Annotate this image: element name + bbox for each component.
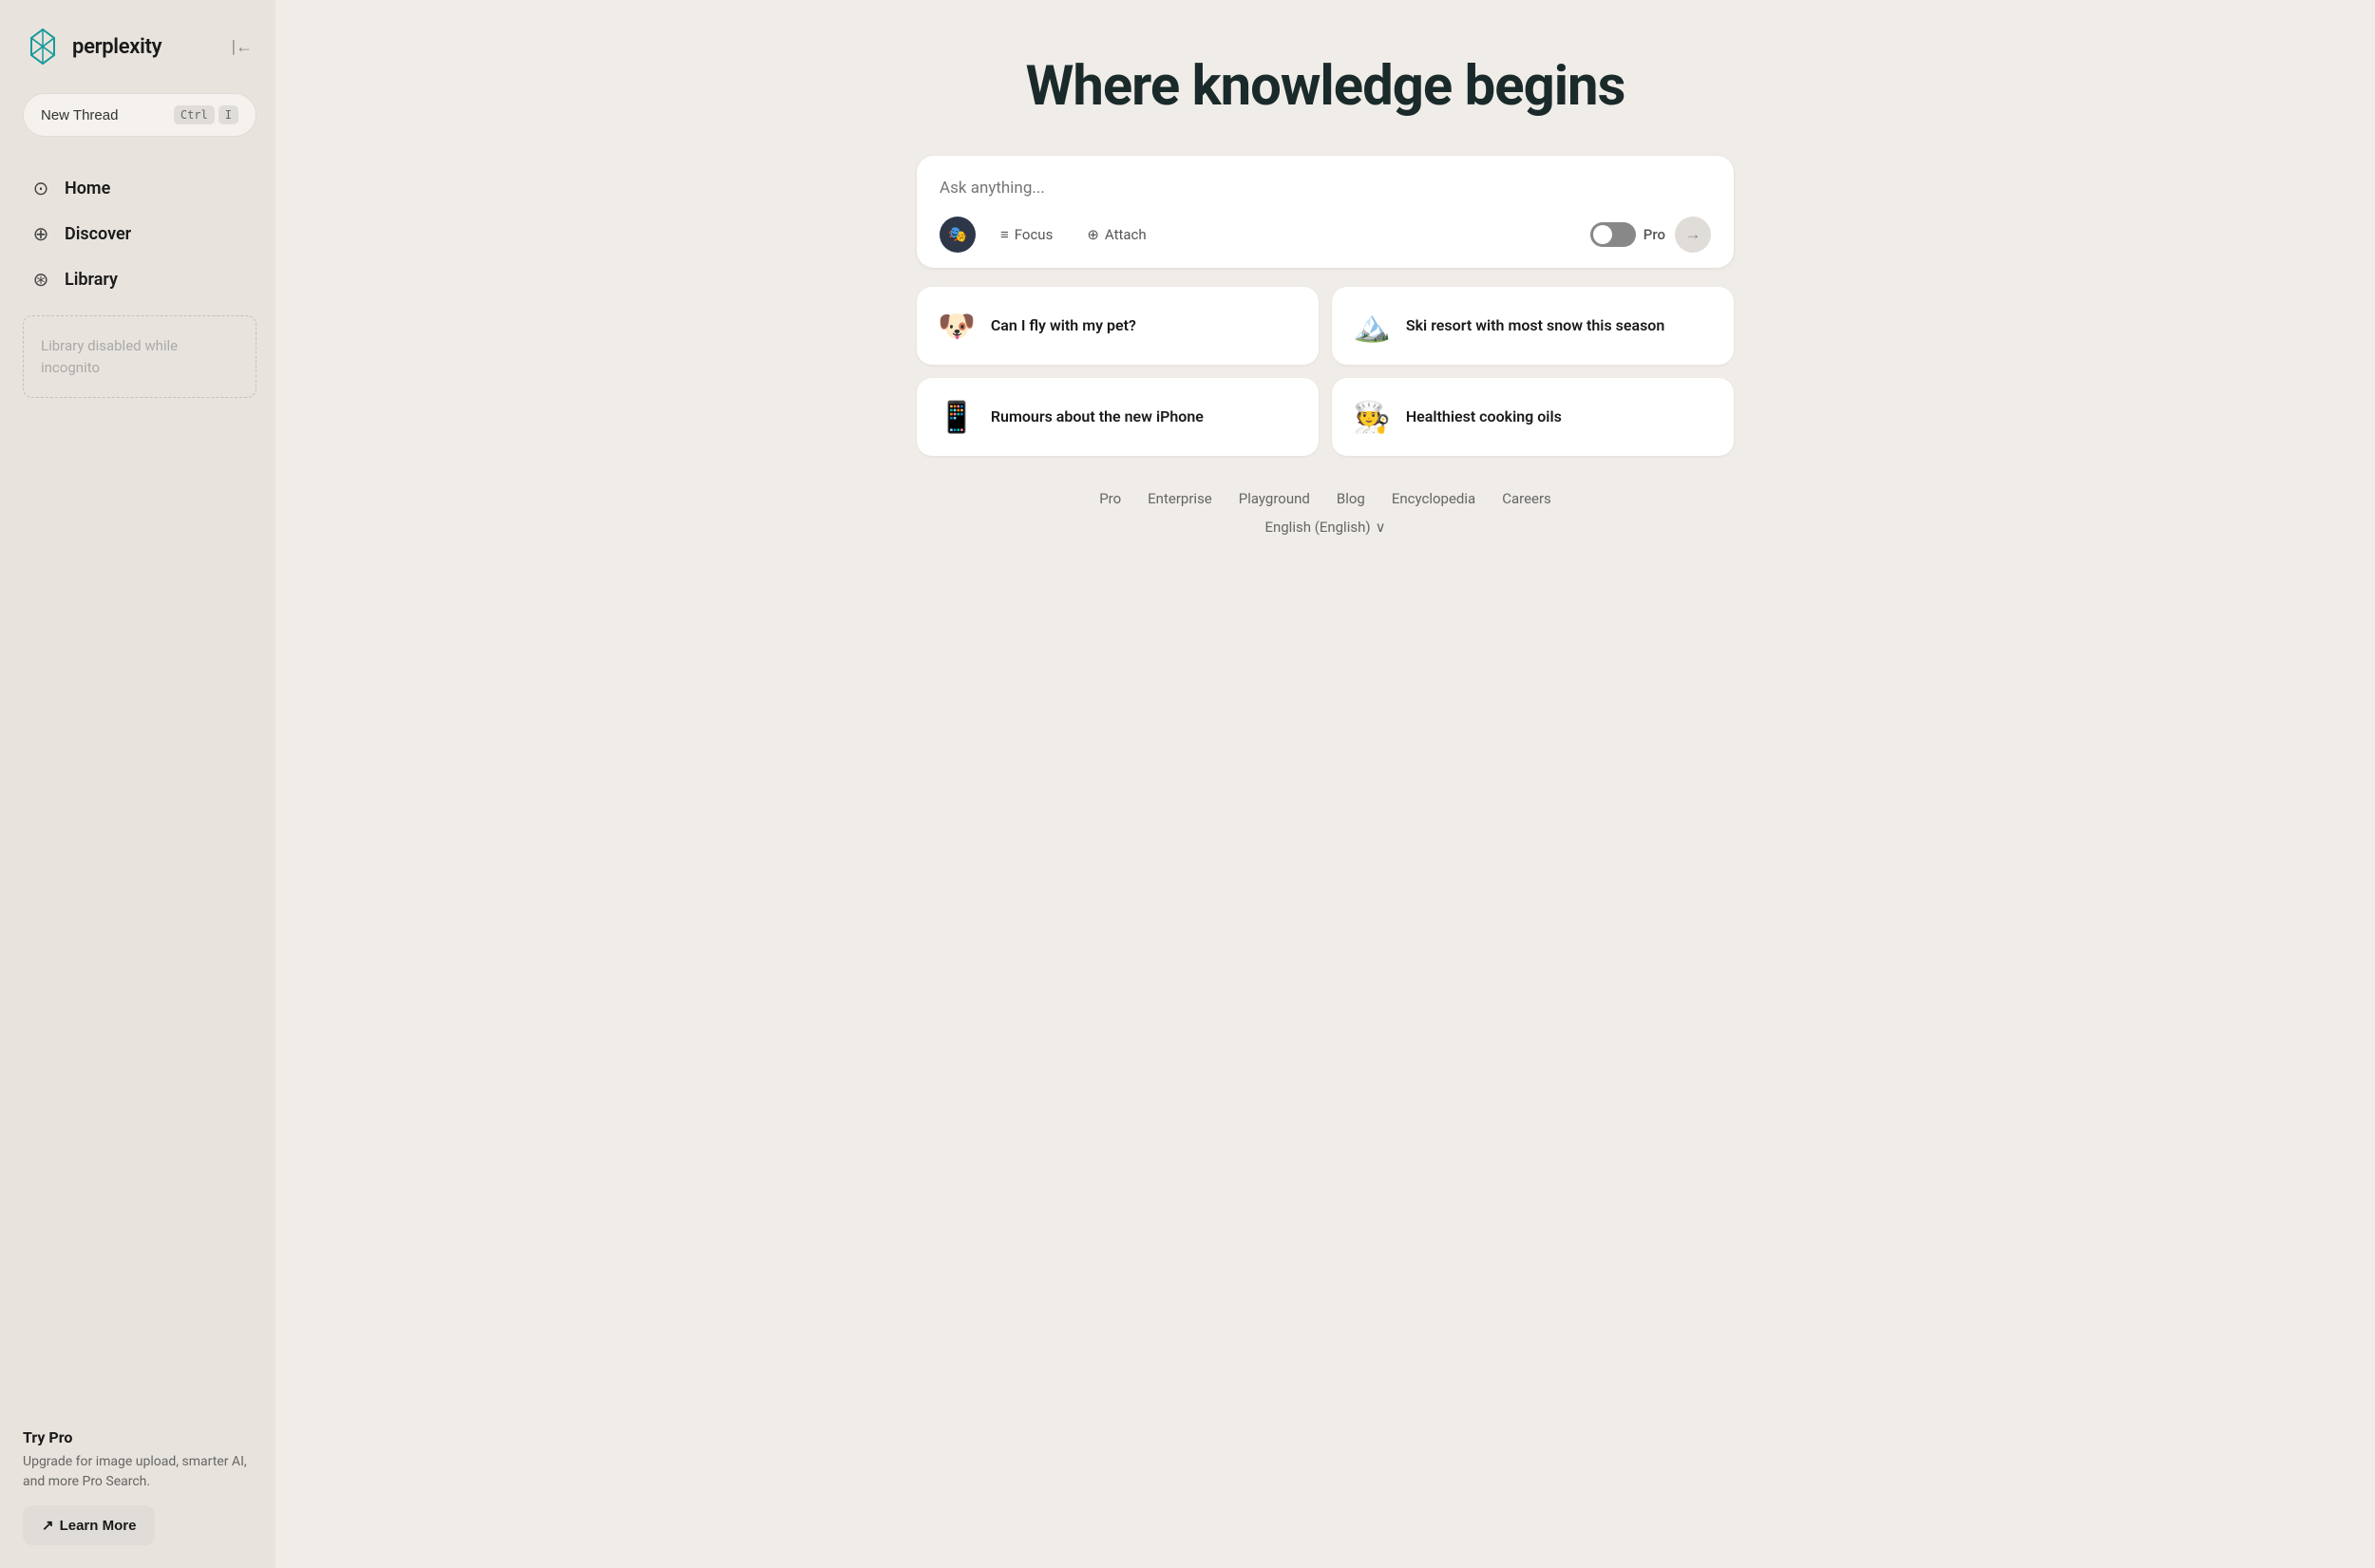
discover-icon: ⊕ [30, 222, 51, 245]
footer-link-blog[interactable]: Blog [1337, 490, 1365, 507]
new-thread-label: New Thread [41, 107, 118, 123]
library-disabled-text: Library disabled while incognito [41, 337, 178, 376]
pet-card-text: Can I fly with my pet? [991, 315, 1136, 336]
home-icon: ⊙ [30, 177, 51, 199]
pet-emoji: 🐶 [938, 308, 976, 344]
sidebar: perplexity |← New Thread Ctrl I ⊙ Home ⊕… [0, 0, 276, 1568]
learn-more-arrow-icon: ↗ [42, 1517, 54, 1534]
focus-label: Focus [1015, 226, 1054, 243]
attach-icon: ⊕ [1087, 226, 1099, 243]
suggestion-card-iphone[interactable]: 📱 Rumours about the new iPhone [917, 378, 1319, 456]
language-selector[interactable]: English (English) ∨ [1264, 519, 1385, 536]
iphone-emoji: 📱 [938, 399, 976, 435]
footer-link-pro[interactable]: Pro [1099, 490, 1121, 507]
logo-icon [23, 27, 63, 66]
sidebar-item-discover[interactable]: ⊕ Discover [23, 213, 256, 255]
new-thread-button[interactable]: New Thread Ctrl I [23, 93, 256, 137]
sidebar-item-home-label: Home [65, 179, 110, 198]
attach-label: Attach [1105, 226, 1147, 243]
search-input[interactable] [940, 179, 1711, 198]
search-toolbar-right: Pro → [1590, 217, 1711, 253]
chevron-down-icon: ∨ [1376, 519, 1386, 536]
library-icon: ⊛ [30, 268, 51, 291]
pro-toggle-switch[interactable] [1590, 222, 1636, 247]
toggle-knob [1593, 225, 1612, 244]
sidebar-item-discover-label: Discover [65, 224, 131, 244]
try-pro-title: Try Pro [23, 1428, 256, 1446]
focus-button[interactable]: ≡ Focus [991, 220, 1062, 249]
avatar-icon: 🎭 [948, 225, 967, 243]
ski-card-text: Ski resort with most snow this season [1406, 315, 1664, 336]
submit-arrow-icon: → [1685, 225, 1701, 244]
sidebar-header: perplexity |← [23, 27, 256, 66]
oils-emoji: 🧑‍🍳 [1353, 399, 1391, 435]
pro-toggle-label: Pro [1644, 226, 1665, 243]
suggestion-card-ski[interactable]: 🏔️ Ski resort with most snow this season [1332, 287, 1734, 365]
suggestion-card-oils[interactable]: 🧑‍🍳 Healthiest cooking oils [1332, 378, 1734, 456]
ski-emoji: 🏔️ [1353, 308, 1391, 344]
page-headline: Where knowledge begins [1026, 57, 1625, 118]
attach-button[interactable]: ⊕ Attach [1077, 220, 1155, 249]
footer-link-careers[interactable]: Careers [1502, 490, 1551, 507]
shortcut-ctrl: Ctrl [174, 105, 215, 124]
focus-icon: ≡ [1000, 226, 1009, 243]
search-toolbar-left: 🎭 ≡ Focus ⊕ Attach [940, 217, 1156, 253]
search-toolbar: 🎭 ≡ Focus ⊕ Attach Pro [940, 217, 1711, 253]
try-pro-description: Upgrade for image upload, smarter AI, an… [23, 1452, 256, 1492]
logo-text: perplexity [72, 35, 162, 59]
collapse-button[interactable]: |← [228, 33, 256, 61]
learn-more-button[interactable]: ↗ Learn More [23, 1505, 155, 1545]
try-pro-section: Try Pro Upgrade for image upload, smarte… [23, 1428, 256, 1545]
avatar-button[interactable]: 🎭 [940, 217, 976, 253]
oils-card-text: Healthiest cooking oils [1406, 406, 1562, 427]
main-content: Where knowledge begins 🎭 ≡ Focus ⊕ Attac… [276, 0, 2375, 1568]
suggestions-grid: 🐶 Can I fly with my pet? 🏔️ Ski resort w… [917, 287, 1734, 456]
library-disabled-box: Library disabled while incognito [23, 315, 256, 398]
suggestion-card-pet[interactable]: 🐶 Can I fly with my pet? [917, 287, 1319, 365]
footer-link-playground[interactable]: Playground [1239, 490, 1310, 507]
footer-links: Pro Enterprise Playground Blog Encyclope… [1099, 490, 1551, 507]
logo-area: perplexity [23, 27, 162, 66]
footer-link-enterprise[interactable]: Enterprise [1148, 490, 1212, 507]
search-box: 🎭 ≡ Focus ⊕ Attach Pro [917, 156, 1734, 268]
language-label: English (English) [1264, 519, 1370, 536]
iphone-card-text: Rumours about the new iPhone [991, 406, 1204, 427]
sidebar-item-home[interactable]: ⊙ Home [23, 167, 256, 209]
new-thread-shortcut: Ctrl I [174, 105, 238, 124]
learn-more-label: Learn More [60, 1518, 137, 1534]
sidebar-item-library-label: Library [65, 270, 118, 290]
shortcut-i: I [218, 105, 238, 124]
submit-button[interactable]: → [1675, 217, 1711, 253]
sidebar-item-library[interactable]: ⊛ Library [23, 258, 256, 300]
pro-toggle: Pro [1590, 222, 1665, 247]
footer-link-encyclopedia[interactable]: Encyclopedia [1392, 490, 1475, 507]
